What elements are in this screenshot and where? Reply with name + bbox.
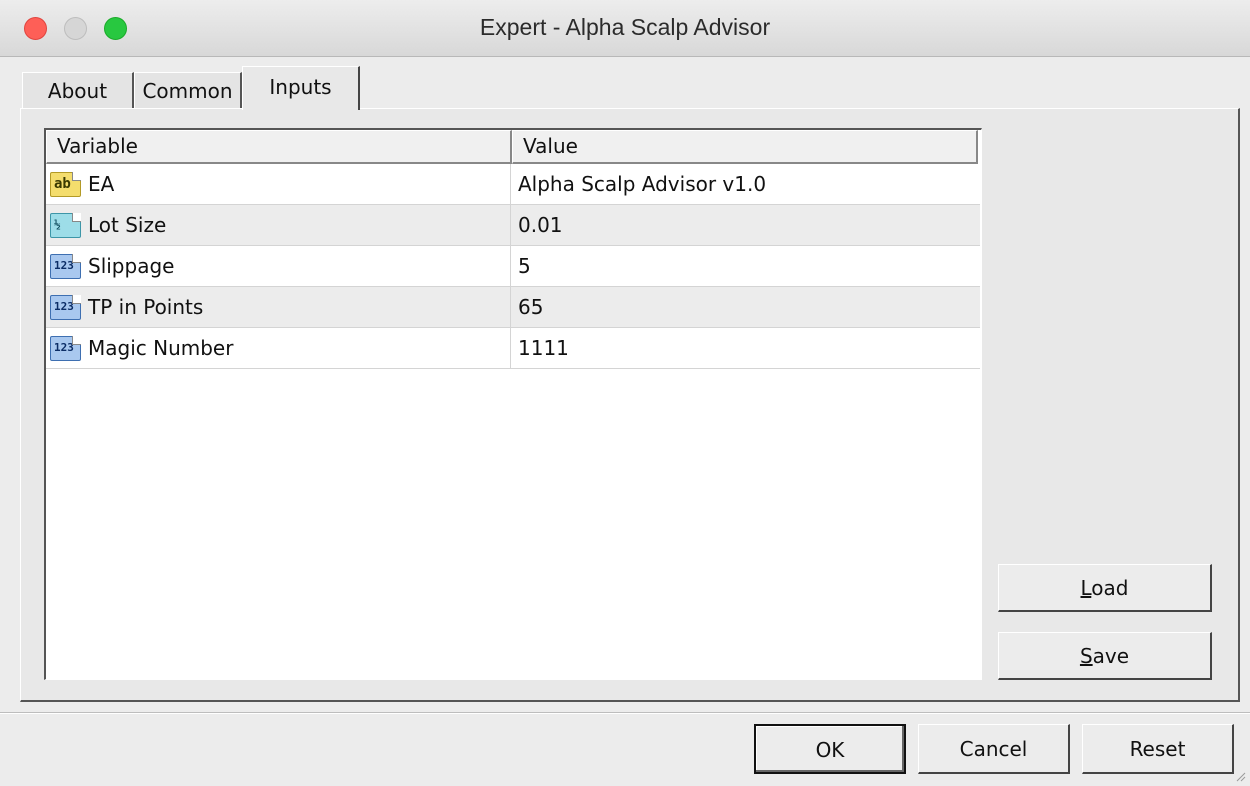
variable-name: Slippage	[88, 254, 175, 278]
table-row[interactable]: ½ Lot Size 0.01	[46, 205, 980, 246]
variable-name: EA	[88, 172, 115, 196]
value-cell[interactable]: 5	[512, 246, 981, 286]
integer-type-icon: 123	[50, 295, 81, 320]
expert-properties-window: Expert - Alpha Scalp Advisor About Commo…	[0, 0, 1250, 786]
variable-cell[interactable]: ab EA	[46, 164, 511, 204]
variable-name: Magic Number	[88, 336, 234, 360]
integer-type-icon: 123	[50, 254, 81, 279]
variable-name: Lot Size	[88, 213, 167, 237]
variable-cell[interactable]: 123 Magic Number	[46, 328, 511, 368]
variable-cell[interactable]: ½ Lot Size	[46, 205, 511, 245]
grid-rows: ab EA Alpha Scalp Advisor v1.0 ½ Lot Siz…	[46, 164, 980, 369]
tab-about[interactable]: About	[22, 72, 134, 110]
load-button[interactable]: Load	[998, 564, 1212, 612]
string-type-icon: ab	[50, 172, 81, 197]
save-label: ave	[1092, 644, 1130, 668]
tab-common[interactable]: Common	[134, 72, 242, 110]
integer-type-icon: 123	[50, 336, 81, 361]
table-row[interactable]: ab EA Alpha Scalp Advisor v1.0	[46, 164, 980, 205]
column-header-value[interactable]: Value	[512, 130, 978, 164]
window-title: Expert - Alpha Scalp Advisor	[479, 14, 771, 40]
ok-button[interactable]: OK	[754, 724, 906, 774]
variable-cell[interactable]: 123 Slippage	[46, 246, 511, 286]
value-cell[interactable]: 0.01	[512, 205, 981, 245]
value-cell[interactable]: Alpha Scalp Advisor v1.0	[512, 164, 981, 204]
inputs-grid[interactable]: Variable Value ab EA Alpha Scalp Advisor…	[44, 128, 982, 680]
cancel-button[interactable]: Cancel	[918, 724, 1070, 774]
resize-grip-icon[interactable]	[1234, 770, 1246, 782]
footer-separator	[0, 712, 1250, 714]
double-type-icon: ½	[50, 213, 81, 238]
load-mnemonic: L	[1080, 576, 1092, 600]
load-label: oad	[1091, 576, 1129, 600]
tab-inputs[interactable]: Inputs	[242, 66, 360, 110]
variable-cell[interactable]: 123 TP in Points	[46, 287, 511, 327]
column-header-variable[interactable]: Variable	[46, 130, 512, 164]
value-cell[interactable]: 1111	[512, 328, 981, 368]
value-cell[interactable]: 65	[512, 287, 981, 327]
grid-header: Variable Value	[46, 130, 980, 164]
save-mnemonic: S	[1079, 644, 1093, 668]
reset-button[interactable]: Reset	[1082, 724, 1234, 774]
save-button[interactable]: Save	[998, 632, 1212, 680]
table-row[interactable]: 123 Magic Number 1111	[46, 328, 980, 369]
title-bar[interactable]: Expert - Alpha Scalp Advisor	[0, 0, 1250, 57]
variable-name: TP in Points	[88, 295, 204, 319]
table-row[interactable]: 123 TP in Points 65	[46, 287, 980, 328]
table-row[interactable]: 123 Slippage 5	[46, 246, 980, 287]
